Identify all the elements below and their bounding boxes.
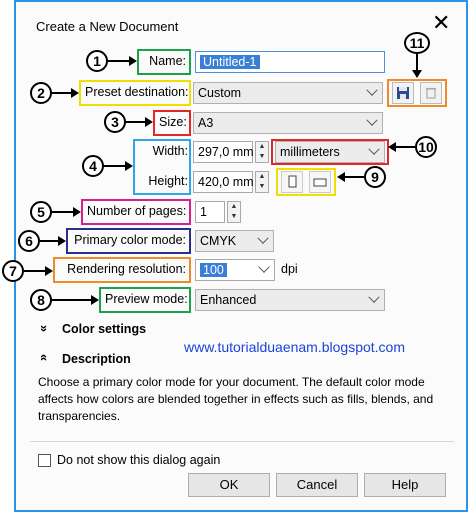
height-stepper[interactable]: ▲ ▼ <box>255 171 269 193</box>
name-value: Untitled-1 <box>200 55 260 69</box>
height-input[interactable]: 420,0 mm <box>193 171 254 193</box>
pages-stepper[interactable]: ▲ ▼ <box>227 201 241 223</box>
callout-10-arrowhead <box>388 142 396 152</box>
dont-show-checkbox[interactable] <box>38 454 51 467</box>
chevron-down-icon <box>368 143 380 155</box>
callout-11-line <box>416 54 418 71</box>
callout-5: 5 <box>30 201 52 223</box>
name-input[interactable]: Untitled-1 <box>195 51 385 73</box>
callout-1: 1 <box>86 50 108 72</box>
width-input[interactable]: 297,0 mm <box>193 141 254 163</box>
callout-8-line <box>52 299 92 301</box>
height-label: Height: <box>148 174 188 188</box>
landscape-icon[interactable] <box>309 171 331 193</box>
cancel-button[interactable]: Cancel <box>276 473 358 497</box>
preview-label: Preview mode: <box>99 287 191 313</box>
dialog-title: Create a New Document <box>36 19 179 34</box>
callout-11: 11 <box>404 32 430 54</box>
units-dropdown[interactable]: millimeters <box>275 141 385 163</box>
pages-label: Number of pages: <box>81 199 191 225</box>
preset-dropdown[interactable]: Custom <box>193 82 383 104</box>
chevron-down-icon <box>366 114 378 126</box>
chevron-down-icon <box>366 84 378 96</box>
color-mode-dropdown[interactable]: CMYK <box>195 230 274 252</box>
description-header[interactable]: Description <box>62 352 131 366</box>
color-mode-label: Primary color mode: <box>66 228 191 254</box>
dont-show-label: Do not show this dialog again <box>57 453 221 467</box>
expand-icon[interactable]: » <box>37 325 52 332</box>
callout-8: 8 <box>30 289 52 311</box>
resolution-value: 100 <box>200 263 227 277</box>
callout-4: 4 <box>82 155 104 177</box>
preset-label: Preset destination: <box>79 80 191 106</box>
help-button[interactable]: Help <box>364 473 446 497</box>
chevron-down-icon <box>257 232 269 244</box>
resolution-unit: dpi <box>281 262 298 276</box>
save-icon[interactable] <box>392 82 414 104</box>
width-stepper[interactable]: ▲ ▼ <box>255 141 269 163</box>
callout-4-arrowhead <box>125 161 133 171</box>
callout-9-line <box>344 176 364 178</box>
callout-2: 2 <box>30 82 52 104</box>
callout-1-line <box>108 60 130 62</box>
size-value: A3 <box>198 116 214 130</box>
callout-7-arrowhead <box>45 266 53 276</box>
portrait-icon[interactable] <box>281 171 303 193</box>
description-text: Choose a primary color mode for your doc… <box>38 375 434 423</box>
callout-6: 6 <box>18 230 40 252</box>
dialog-frame <box>14 0 468 512</box>
callout-5-arrowhead <box>73 207 81 217</box>
callout-11-arrowhead <box>412 70 422 78</box>
ok-button[interactable]: OK <box>188 473 270 497</box>
divider <box>30 441 454 442</box>
callout-5-line <box>52 211 74 213</box>
collapse-icon[interactable]: « <box>37 354 52 361</box>
callout-9: 9 <box>364 166 386 188</box>
watermark-text: www.tutorialduaenam.blogspot.com <box>184 339 406 355</box>
callout-7: 7 <box>2 260 24 282</box>
width-label: Width: <box>152 144 188 158</box>
preview-value: Enhanced <box>200 293 257 307</box>
resolution-label: Rendering resolution: <box>53 257 191 283</box>
resolution-input[interactable]: 100 <box>195 259 275 281</box>
size-label: Size: <box>153 110 191 136</box>
preview-dropdown[interactable]: Enhanced <box>195 289 385 311</box>
preset-value: Custom <box>198 86 242 100</box>
callout-8-arrowhead <box>91 295 99 305</box>
chevron-down-icon <box>368 291 380 303</box>
color-settings-header[interactable]: Color settings <box>62 322 146 336</box>
callout-1-arrowhead <box>129 56 137 66</box>
callout-6-arrowhead <box>58 236 66 246</box>
trash-icon[interactable] <box>420 82 442 104</box>
callout-2-arrowhead <box>71 88 79 98</box>
pages-input[interactable]: 1 <box>195 201 225 223</box>
callout-3-line <box>126 121 146 123</box>
callout-4-line <box>104 165 126 167</box>
size-dropdown[interactable]: A3 <box>193 112 383 134</box>
callout-10-line <box>395 146 415 148</box>
units-value: millimeters <box>280 145 340 159</box>
callout-2-line <box>52 92 72 94</box>
callout-10: 10 <box>415 136 437 158</box>
name-label: Name: <box>137 49 191 75</box>
color-mode-value: CMYK <box>200 234 237 248</box>
chevron-down-icon <box>258 261 270 273</box>
close-icon[interactable]: ✕ <box>432 12 450 34</box>
callout-6-line <box>40 240 59 242</box>
callout-3: 3 <box>104 111 126 133</box>
callout-3-arrowhead <box>145 117 153 127</box>
callout-9-arrowhead <box>337 172 345 182</box>
callout-7-line <box>24 270 46 272</box>
